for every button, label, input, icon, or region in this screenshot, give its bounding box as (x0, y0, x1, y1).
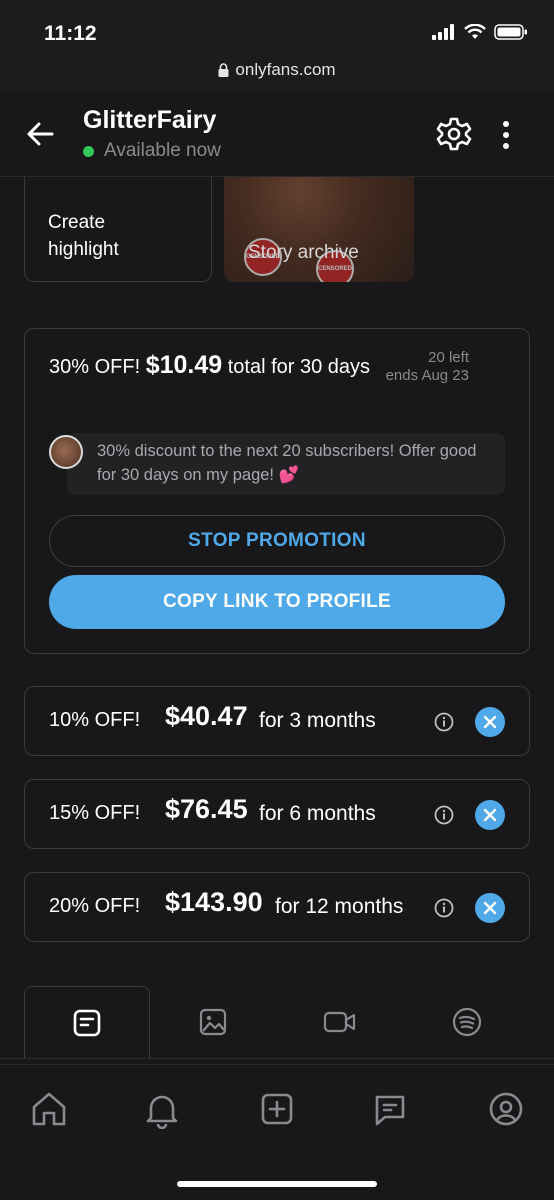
promo-meta: 20 left ends Aug 23 (386, 349, 469, 385)
remove-offer-button[interactable] (475, 707, 505, 737)
online-dot-icon (83, 145, 94, 157)
content-tabs (0, 986, 554, 1059)
address-bar[interactable]: onlyfans.com (0, 60, 554, 80)
audio-icon (452, 1007, 482, 1037)
story-archive-label: Story archive (248, 242, 359, 263)
create-highlight-label: Create highlight (48, 212, 119, 260)
app-content: Create highlight CENSORED CENSORED Story… (0, 94, 554, 1200)
promo-message: 30% discount to the next 20 subscribers!… (49, 433, 505, 495)
close-icon (483, 808, 497, 822)
status-bar: 11:12 onlyfans.com (0, 0, 554, 94)
nav-messages[interactable] (368, 1087, 412, 1131)
stop-promotion-button[interactable]: STOP PROMOTION (49, 515, 505, 567)
tab-photos[interactable] (150, 986, 276, 1058)
availability-text: Available now (104, 140, 221, 161)
gear-icon[interactable] (436, 116, 472, 152)
lock-icon (218, 63, 229, 77)
back-arrow-icon[interactable] (22, 116, 58, 152)
system-icons (432, 24, 528, 40)
promotion-card: 30% OFF! $10.49 total for 30 days 20 lef… (24, 328, 530, 654)
remove-offer-button[interactable] (475, 800, 505, 830)
bundle-offer-12-months: 20% OFF! $143.90 for 12 months (24, 872, 530, 942)
offer-discount: 20% OFF! (49, 895, 141, 917)
more-options-icon[interactable] (494, 118, 518, 152)
bell-icon (146, 1095, 178, 1129)
home-indicator[interactable] (177, 1181, 377, 1187)
info-icon[interactable] (433, 897, 455, 919)
photos-icon (199, 1008, 227, 1036)
home-icon (32, 1092, 66, 1126)
remove-offer-button[interactable] (475, 893, 505, 923)
offer-price: $143.90 (165, 887, 263, 917)
tab-videos[interactable] (277, 986, 403, 1058)
profile-icon (489, 1092, 523, 1126)
info-icon[interactable] (433, 804, 455, 826)
close-icon (483, 715, 497, 729)
profile-header: GlitterFairy Available now (0, 94, 554, 177)
avatar (49, 435, 83, 469)
nav-notifications[interactable] (140, 1087, 184, 1131)
offer-duration: for 6 months (259, 802, 376, 825)
nav-add-post[interactable] (255, 1087, 299, 1131)
promo-message-text: 30% discount to the next 20 subscribers!… (97, 442, 477, 484)
availability-status: Available now (83, 140, 221, 162)
offer-discount: 15% OFF! (49, 802, 141, 824)
battery-icon (494, 24, 527, 40)
promotion-title: 30% OFF! $10.49 total for 30 days (49, 347, 379, 385)
nav-profile[interactable] (484, 1087, 528, 1131)
offer-duration: for 3 months (259, 709, 376, 732)
nav-home[interactable] (27, 1087, 71, 1131)
promo-remaining: 20 left (428, 349, 469, 366)
copy-link-button[interactable]: COPY LINK TO PROFILE (49, 575, 505, 629)
info-icon[interactable] (433, 711, 455, 733)
wifi-icon (464, 24, 486, 39)
promo-price: $10.49 (145, 351, 223, 379)
promo-terms: total for 30 days (227, 356, 371, 378)
offer-discount: 10% OFF! (49, 709, 141, 731)
profile-name: GlitterFairy (83, 106, 217, 134)
tab-posts[interactable] (24, 986, 150, 1058)
promo-end-date: ends Aug 23 (385, 367, 469, 384)
close-icon (483, 901, 497, 915)
clock: 11:12 (44, 22, 97, 45)
tab-audio[interactable] (404, 986, 530, 1058)
bundle-offer-3-months: 10% OFF! $40.47 for 3 months (24, 686, 530, 756)
bottom-navigation (0, 1064, 554, 1200)
videos-icon (323, 1011, 356, 1033)
signal-icon (432, 24, 454, 40)
url-text: onlyfans.com (235, 60, 336, 79)
messages-icon (375, 1095, 405, 1126)
offer-duration: for 12 months (275, 895, 404, 918)
bundle-offer-6-months: 15% OFF! $76.45 for 6 months (24, 779, 530, 849)
offer-price: $40.47 (165, 701, 248, 731)
posts-icon (73, 1009, 101, 1036)
add-post-icon (261, 1093, 293, 1125)
promo-discount: 30% OFF! (49, 356, 141, 378)
offer-price: $76.45 (165, 794, 248, 824)
